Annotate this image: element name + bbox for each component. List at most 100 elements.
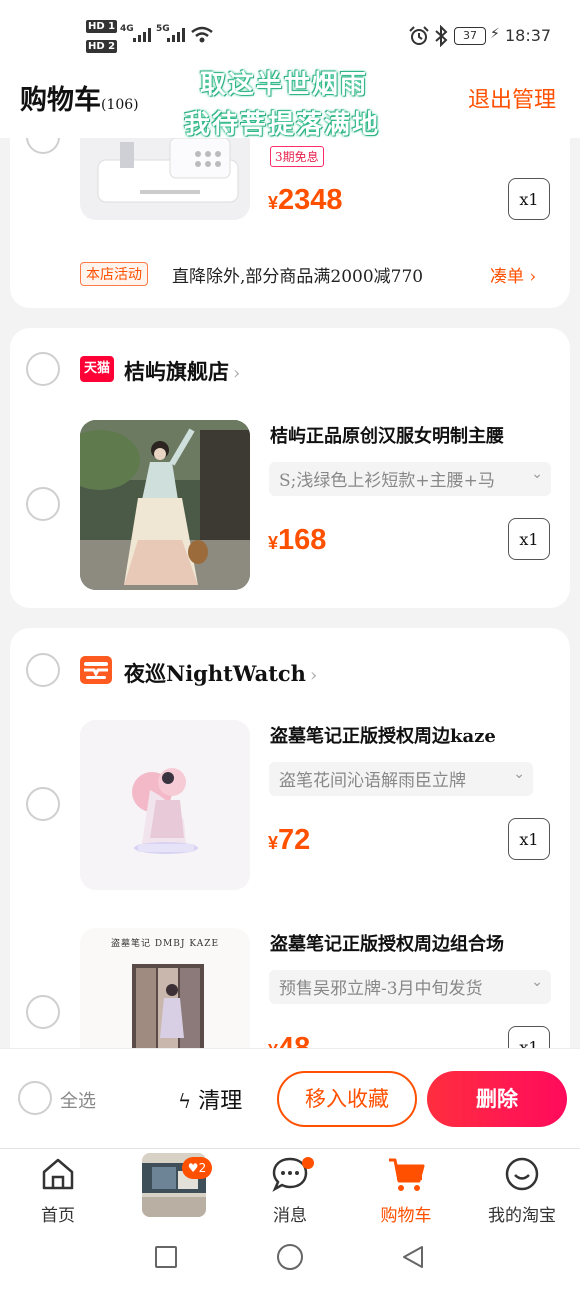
delete-button[interactable]: 删除 [427, 1071, 567, 1127]
alarm-icon [409, 26, 429, 45]
promo-tag: 本店活动 [80, 262, 148, 286]
currency-symbol: ¥ [268, 833, 279, 853]
quantity-button[interactable]: x1 [508, 178, 550, 220]
item-checkbox[interactable] [26, 138, 60, 154]
recent-apps-button[interactable] [155, 1246, 177, 1268]
heart-icon: ♥ [187, 1161, 199, 1175]
item-checkbox[interactable] [26, 487, 60, 521]
network-label-1: 4G [120, 24, 134, 34]
tab-mine-label: 我的淘宝 [488, 1206, 556, 1226]
shop-logo-icon [80, 656, 112, 684]
chevron-right-icon: › [524, 267, 537, 287]
tab-home-label: 首页 [41, 1206, 75, 1226]
hd2-indicator: HD 2 [86, 40, 118, 53]
move-to-favorites-button[interactable]: 移入收藏 [277, 1071, 417, 1127]
exit-manage-button[interactable]: 退出管理 [468, 82, 556, 114]
tab-cart-label: 购物车 [380, 1206, 432, 1226]
product-price: ¥168 [268, 524, 326, 557]
product-image-sewing-machine[interactable] [80, 138, 250, 220]
watermark-line-1: 取这半世烟雨 [200, 70, 369, 100]
bluetooth-icon [435, 25, 448, 47]
product-name[interactable]: 桔屿正品原创汉服女明制主腰 [270, 422, 555, 448]
shop-name[interactable]: 夜巡NightWatch › [124, 658, 317, 688]
product-image-standee[interactable] [80, 720, 250, 890]
home-icon [42, 1158, 74, 1190]
item-checkbox[interactable] [26, 995, 60, 1029]
sku-text: 预售吴邪立牌-3月中旬发货 [279, 979, 483, 999]
system-nav-bar [0, 1230, 580, 1289]
product-image-combo[interactable]: 盗墓笔记 DMBJ KAZE [80, 928, 250, 1068]
tab-messages-label: 消息 [273, 1206, 307, 1226]
price-value: 168 [278, 524, 327, 556]
cart-icon [389, 1158, 425, 1191]
shop-name-text: 夜巡NightWatch [124, 661, 306, 686]
page-title: 购物车(106) [20, 78, 139, 117]
select-all-label[interactable]: 全选 [60, 1087, 96, 1113]
notification-dot [302, 1157, 314, 1169]
chevron-down-icon: ⌄ [531, 974, 543, 990]
tab-cart[interactable]: 购物车 [356, 1155, 456, 1226]
battery-icon: 37 [454, 27, 486, 45]
clean-label: 清理 [198, 1089, 243, 1114]
tab-mine[interactable]: 我的淘宝 [472, 1155, 572, 1226]
price-value: 2348 [278, 184, 343, 216]
price-value: 72 [278, 824, 311, 856]
currency-symbol: ¥ [268, 193, 279, 213]
signal-icon [133, 28, 151, 42]
charging-icon: ⚡ [490, 26, 500, 42]
quantity-button[interactable]: x1 [508, 518, 550, 560]
sku-selector[interactable]: S;浅绿色上衫短款+主腰+马 ⌄ [269, 462, 551, 496]
heart-badge: ♥2 [182, 1157, 212, 1179]
chevron-right-icon: › [309, 665, 318, 686]
home-nav-button[interactable] [277, 1244, 303, 1270]
promo-link[interactable]: 凑单 › [490, 262, 536, 287]
tab-home[interactable]: 首页 [8, 1155, 108, 1226]
product-price: ¥2348 [268, 184, 343, 217]
sku-selector[interactable]: 预售吴邪立牌-3月中旬发货 ⌄ [269, 970, 551, 1004]
shop-card-2: 天猫 桔屿旗舰店 › 桔屿正品原创汉服女明制主腰 S;浅绿色上衫短款+主腰+马 ⌄ … [10, 328, 570, 608]
bottom-tab-bar: 首页 ♥2 消息 购物车 我的淘宝 [0, 1148, 580, 1230]
shop-card-1: 3期免息 ¥2348 x1 本店活动 直降除外,部分商品满2000减770 凑单… [10, 138, 570, 308]
tab-messages[interactable]: 消息 [240, 1155, 340, 1226]
installment-tag: 3期免息 [270, 146, 324, 167]
watermark-line-2: 我待菩提落满地 [184, 110, 381, 140]
page-title-text: 购物车 [20, 85, 101, 116]
product-name[interactable]: 盗墓笔记正版授权周边组合场 [270, 930, 555, 956]
clock: 18:37 [505, 26, 552, 45]
item-checkbox[interactable] [26, 787, 60, 821]
back-nav-button[interactable] [400, 1244, 426, 1270]
sku-text: 盗笔花间沁语解雨臣立牌 [279, 771, 466, 791]
sku-selector[interactable]: 盗笔花间沁语解雨臣立牌 ⌄ [269, 762, 533, 796]
tmall-badge: 天猫 [80, 356, 114, 382]
quantity-button[interactable]: x1 [508, 818, 550, 860]
chevron-down-icon: ⌄ [531, 466, 543, 482]
chevron-down-icon: ⌄ [513, 766, 525, 782]
promo-text: 直降除外,部分商品满2000减770 [172, 267, 424, 287]
lightning-icon: ϟ [178, 1089, 192, 1113]
status-bar: HD 1 HD 2 4G 5G 37 ⚡ 18:37 [0, 0, 580, 60]
cart-count: (106) [101, 97, 139, 113]
clean-button[interactable]: ϟ 清理 [178, 1083, 242, 1115]
chevron-right-icon: › [233, 363, 241, 384]
product-name[interactable]: 盗墓笔记正版授权周边kaze [270, 722, 555, 748]
hd1-indicator: HD 1 [86, 20, 118, 33]
shop-card-3: 夜巡NightWatch › 盗墓笔记正版授权周边kaze 盗笔花间沁语解雨臣立牌… [10, 628, 570, 1068]
tab-promo[interactable]: ♥2 [124, 1153, 224, 1217]
product-price: ¥72 [268, 824, 310, 857]
wifi-icon [191, 26, 213, 43]
battery-level: 37 [463, 29, 477, 42]
shop-name-text: 桔屿旗舰店 [124, 359, 229, 384]
cart-action-bar: 全选 ϟ 清理 移入收藏 删除 [0, 1048, 580, 1148]
heart-badge-count: 2 [198, 1161, 207, 1175]
signal-icon [167, 28, 185, 42]
cart-header: 购物车(106) 取这半世烟雨 我待菩提落满地 退出管理 [0, 60, 580, 140]
sku-text: S;浅绿色上衫短款+主腰+马 [279, 471, 495, 491]
shop-checkbox[interactable] [26, 653, 60, 687]
shop-name[interactable]: 桔屿旗舰店 › [124, 356, 240, 386]
smiley-icon [505, 1157, 539, 1191]
product-image-hanfu[interactable] [80, 420, 250, 590]
select-all-checkbox[interactable] [18, 1081, 52, 1115]
promo-link-text: 凑单 [490, 267, 524, 287]
shop-checkbox[interactable] [26, 352, 60, 386]
currency-symbol: ¥ [268, 533, 279, 553]
